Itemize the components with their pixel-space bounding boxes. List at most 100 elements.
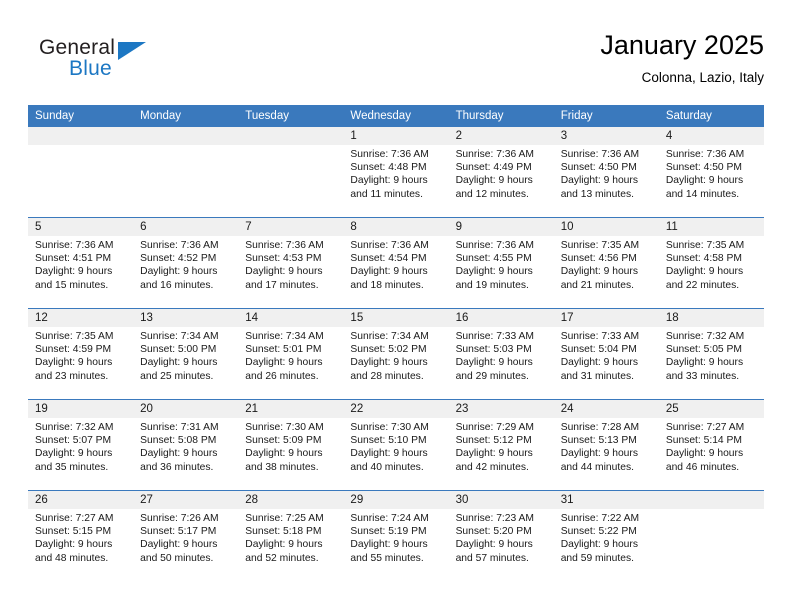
day-cell-details: Sunrise: 7:34 AM Sunset: 5:01 PM Daylight:… — [238, 327, 343, 383]
calendar-day-cell-empty — [28, 127, 134, 218]
day-cell-details — [28, 145, 133, 148]
sunset-text: Sunset: 4:59 PM — [35, 344, 112, 356]
calendar-day-cell[interactable]: 14 Sunrise: 7:34 AM Sunset: 5:01 PM Dayligh… — [238, 308, 344, 400]
sunrise-text: Sunrise: 7:35 AM — [35, 331, 114, 342]
calendar-day-cell[interactable]: 31 Sunrise: 7:22 AM Sunset: 5:22 PM Dayligh… — [553, 490, 659, 581]
day-cell-inner: 9 Sunrise: 7:36 AM Sunset: 4:55 PM Daylight… — [448, 218, 554, 308]
day-number: 22 — [343, 400, 449, 418]
day-cell-inner: 2 Sunrise: 7:36 AM Sunset: 4:49 PM Daylight… — [448, 127, 554, 217]
sunrise-text: Sunrise: 7:26 AM — [140, 513, 219, 524]
daylight-text: Daylight: 9 hours and 25 minutes. — [140, 357, 218, 382]
daylight-text: Daylight: 9 hours and 28 minutes. — [350, 357, 428, 382]
calendar-day-cell[interactable]: 16 Sunrise: 7:33 AM Sunset: 5:03 PM Dayligh… — [448, 308, 554, 400]
sunset-text: Sunset: 5:01 PM — [245, 344, 322, 356]
calendar-day-cell[interactable]: 24 Sunrise: 7:28 AM Sunset: 5:13 PM Dayligh… — [553, 399, 659, 491]
weekday-header-wednesday: Wednesday — [343, 105, 449, 127]
calendar-day-cell[interactable]: 19 Sunrise: 7:32 AM Sunset: 5:07 PM Dayligh… — [28, 399, 134, 491]
calendar-day-cell[interactable]: 22 Sunrise: 7:30 AM Sunset: 5:10 PM Dayligh… — [343, 399, 449, 491]
calendar-day-cell[interactable]: 6 Sunrise: 7:36 AM Sunset: 4:52 PM Daylight… — [133, 217, 239, 309]
day-number: 7 — [238, 218, 344, 236]
calendar-day-cell[interactable]: 23 Sunrise: 7:29 AM Sunset: 5:12 PM Dayligh… — [448, 399, 554, 491]
daylight-text: Daylight: 9 hours and 46 minutes. — [665, 448, 744, 473]
calendar-week-row: 1 Sunrise: 7:36 AM Sunset: 4:48 PM Daylight… — [28, 127, 764, 218]
sunset-text: Sunset: 4:52 PM — [140, 253, 217, 265]
day-number: 9 — [448, 218, 554, 236]
sunset-text: Sunset: 5:05 PM — [665, 344, 742, 356]
calendar-day-cell[interactable]: 18 Sunrise: 7:32 AM Sunset: 5:05 PM Dayligh… — [658, 308, 764, 400]
day-cell-details: Sunrise: 7:32 AM Sunset: 5:07 PM Daylight:… — [28, 418, 133, 474]
day-number: 20 — [133, 400, 239, 418]
day-cell-inner — [133, 127, 239, 217]
calendar-day-cell[interactable]: 7 Sunrise: 7:36 AM Sunset: 4:53 PM Daylight… — [238, 217, 344, 309]
calendar-day-cell[interactable]: 11 Sunrise: 7:35 AM Sunset: 4:58 PM Dayligh… — [658, 217, 764, 309]
daylight-text: Daylight: 9 hours and 16 minutes. — [140, 266, 218, 291]
day-number: 8 — [343, 218, 449, 236]
daylight-text: Daylight: 9 hours and 23 minutes. — [35, 357, 113, 382]
calendar-day-cell[interactable]: 4 Sunrise: 7:36 AM Sunset: 4:50 PM Daylight… — [658, 127, 764, 218]
calendar-day-cell[interactable]: 3 Sunrise: 7:36 AM Sunset: 4:50 PM Daylight… — [553, 127, 659, 218]
daylight-text: Daylight: 9 hours and 42 minutes. — [455, 448, 533, 473]
sunrise-text: Sunrise: 7:22 AM — [560, 513, 640, 524]
day-cell-inner — [28, 127, 134, 217]
sunset-text: Sunset: 4:56 PM — [560, 253, 637, 265]
daylight-text: Daylight: 9 hours and 22 minutes. — [665, 266, 744, 291]
calendar-day-cell[interactable]: 28 Sunrise: 7:25 AM Sunset: 5:18 PM Dayligh… — [238, 490, 344, 581]
day-number: 28 — [238, 491, 344, 509]
sunset-text: Sunset: 5:10 PM — [350, 435, 427, 447]
day-cell-details: Sunrise: 7:35 AM Sunset: 4:56 PM Daylight:… — [554, 236, 659, 292]
daylight-text: Daylight: 9 hours and 26 minutes. — [245, 357, 323, 382]
calendar-header-row: Sunday Monday Tuesday Wednesday Thursday… — [28, 105, 764, 127]
day-number — [133, 127, 239, 145]
calendar-day-cell[interactable]: 20 Sunrise: 7:31 AM Sunset: 5:08 PM Dayligh… — [133, 399, 239, 491]
sunrise-text: Sunrise: 7:35 AM — [560, 240, 640, 251]
daylight-text: Daylight: 9 hours and 36 minutes. — [140, 448, 218, 473]
calendar-body: 1 Sunrise: 7:36 AM Sunset: 4:48 PM Daylight… — [28, 127, 764, 581]
calendar-day-cell[interactable]: 25 Sunrise: 7:27 AM Sunset: 5:14 PM Dayligh… — [658, 399, 764, 491]
daylight-text: Daylight: 9 hours and 11 minutes. — [350, 175, 428, 200]
calendar-day-cell[interactable]: 27 Sunrise: 7:26 AM Sunset: 5:17 PM Dayligh… — [133, 490, 239, 581]
day-cell-details: Sunrise: 7:36 AM Sunset: 4:50 PM Daylight:… — [554, 145, 659, 201]
day-number: 2 — [448, 127, 554, 145]
day-cell-inner: 10 Sunrise: 7:35 AM Sunset: 4:56 PM Dayligh… — [553, 218, 659, 308]
sunset-text: Sunset: 4:49 PM — [455, 162, 532, 174]
sunrise-text: Sunrise: 7:33 AM — [455, 331, 534, 342]
calendar-day-cell[interactable]: 5 Sunrise: 7:36 AM Sunset: 4:51 PM Daylight… — [28, 217, 134, 309]
sunrise-text: Sunrise: 7:23 AM — [455, 513, 534, 524]
daylight-text: Daylight: 9 hours and 15 minutes. — [35, 266, 113, 291]
daylight-text: Daylight: 9 hours and 12 minutes. — [455, 175, 533, 200]
daylight-text: Daylight: 9 hours and 52 minutes. — [245, 539, 323, 564]
day-cell-inner: 24 Sunrise: 7:28 AM Sunset: 5:13 PM Dayligh… — [553, 400, 659, 490]
calendar-day-cell[interactable]: 1 Sunrise: 7:36 AM Sunset: 4:48 PM Daylight… — [343, 127, 449, 218]
calendar-day-cell[interactable]: 10 Sunrise: 7:35 AM Sunset: 4:56 PM Dayligh… — [553, 217, 659, 309]
general-blue-logo[interactable]: General Blue — [39, 36, 239, 94]
logo-word-blue: Blue — [69, 57, 112, 80]
calendar-day-cell[interactable]: 29 Sunrise: 7:24 AM Sunset: 5:19 PM Dayligh… — [343, 490, 449, 581]
day-cell-details: Sunrise: 7:23 AM Sunset: 5:20 PM Daylight:… — [449, 509, 554, 565]
calendar-day-cell[interactable]: 12 Sunrise: 7:35 AM Sunset: 4:59 PM Dayligh… — [28, 308, 134, 400]
calendar-day-cell[interactable]: 26 Sunrise: 7:27 AM Sunset: 5:15 PM Dayligh… — [28, 490, 134, 581]
day-number: 4 — [658, 127, 764, 145]
day-number: 30 — [448, 491, 554, 509]
calendar-day-cell[interactable]: 9 Sunrise: 7:36 AM Sunset: 4:55 PM Daylight… — [448, 217, 554, 309]
daylight-text: Daylight: 9 hours and 55 minutes. — [350, 539, 428, 564]
calendar-day-cell[interactable]: 2 Sunrise: 7:36 AM Sunset: 4:49 PM Daylight… — [448, 127, 554, 218]
day-number — [28, 127, 134, 145]
calendar-day-cell[interactable]: 15 Sunrise: 7:34 AM Sunset: 5:02 PM Dayligh… — [343, 308, 449, 400]
day-cell-inner: 5 Sunrise: 7:36 AM Sunset: 4:51 PM Daylight… — [28, 218, 134, 308]
day-cell-details: Sunrise: 7:36 AM Sunset: 4:50 PM Daylight:… — [659, 145, 764, 201]
calendar-day-cell[interactable]: 21 Sunrise: 7:30 AM Sunset: 5:09 PM Dayligh… — [238, 399, 344, 491]
sunrise-text: Sunrise: 7:36 AM — [665, 149, 745, 160]
calendar-day-cell[interactable]: 8 Sunrise: 7:36 AM Sunset: 4:54 PM Daylight… — [343, 217, 449, 309]
daylight-text: Daylight: 9 hours and 40 minutes. — [350, 448, 428, 473]
daylight-text: Daylight: 9 hours and 17 minutes. — [245, 266, 323, 291]
day-cell-details: Sunrise: 7:27 AM Sunset: 5:15 PM Daylight:… — [28, 509, 133, 565]
sunset-text: Sunset: 5:22 PM — [560, 526, 637, 538]
calendar-day-cell[interactable]: 17 Sunrise: 7:33 AM Sunset: 5:04 PM Dayligh… — [553, 308, 659, 400]
day-cell-details: Sunrise: 7:34 AM Sunset: 5:02 PM Daylight:… — [343, 327, 448, 383]
day-number: 3 — [553, 127, 659, 145]
daylight-text: Daylight: 9 hours and 14 minutes. — [665, 175, 744, 200]
sunrise-text: Sunrise: 7:32 AM — [35, 422, 114, 433]
calendar-day-cell[interactable]: 13 Sunrise: 7:34 AM Sunset: 5:00 PM Dayligh… — [133, 308, 239, 400]
daylight-text: Daylight: 9 hours and 57 minutes. — [455, 539, 533, 564]
calendar-day-cell[interactable]: 30 Sunrise: 7:23 AM Sunset: 5:20 PM Dayligh… — [448, 490, 554, 581]
